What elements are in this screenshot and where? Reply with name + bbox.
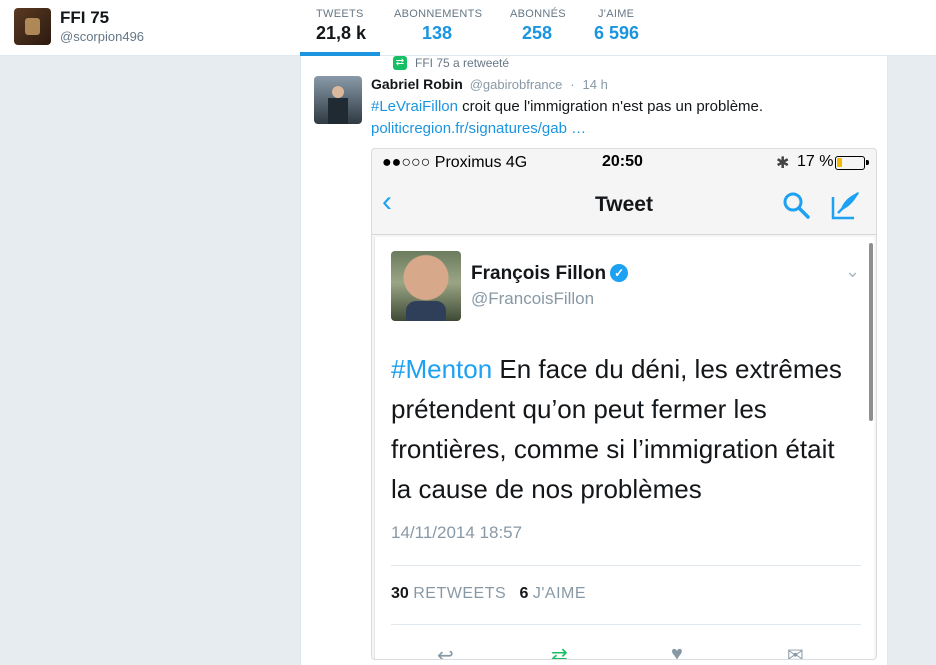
divider [391,565,861,566]
embedded-author-handle: @FrancoisFillon [471,289,595,308]
retweet-icon: ⇄ [393,56,407,70]
compose-icon [831,192,859,220]
stat-following[interactable]: ABONNEMENTS 138 [394,8,482,44]
stat-tweets-label: TWEETS [316,8,364,20]
stat-followers-value: 258 [522,23,553,43]
retweet-context-text[interactable]: FFI 75 a retweeté [415,56,509,70]
reply-icon: ↩ [437,645,454,660]
phone-nav-bar: ‹ Tweet [372,177,876,235]
battery-icon [835,156,869,170]
stat-followers-label: ABONNÉS [510,8,566,20]
search-icon [783,192,810,219]
heart-icon: ♥ [671,643,683,660]
likes-count: 6 [519,585,529,602]
embedded-hashtag: #Menton [391,354,493,384]
retweet-action-icon: ⇄ [551,645,568,660]
profile-bar: FFI 75 @scorpion496 TWEETS 21,8 k ABONNE… [0,0,936,56]
tweet-header-separator: · [570,77,575,92]
message-icon: ✉ [787,645,804,660]
embedded-author-name-text: François Fillon [471,263,607,284]
embedded-tweet-text: #Menton En face du déni, les extrêmes pr… [391,349,861,509]
chevron-down-icon: ⌄ [845,261,861,281]
tweet-text: #LeVraiFillon croit que l'immigration n'… [371,96,871,140]
tweet-author-handle[interactable]: @gabirobfrance [470,77,563,92]
embedded-tweet-stats: 30 RETWEETS 6 J'AIME [391,585,586,603]
signal-carrier: ●●○○○ Proximus 4G [382,154,528,171]
retweets-count: 30 [391,585,409,602]
stat-following-label: ABONNEMENTS [394,8,483,20]
stat-likes[interactable]: J'AIME 6 596 [594,8,639,44]
tweet-link[interactable]: politicregion.fr/signatures/gab … [371,120,586,137]
embedded-tweet-date: 14/11/2014 18:57 [391,523,523,542]
bluetooth-icon: ✱ [776,155,790,172]
timeline: ⇄ FFI 75 a retweeté Gabriel Robin @gabir… [300,56,888,665]
verified-badge-icon: ✓ [610,264,629,282]
tweet-hashtag[interactable]: #LeVraiFillon [371,98,458,115]
battery-percentage: 17 % [797,153,834,170]
stat-tweets-value: 21,8 k [316,23,367,43]
divider [391,624,861,625]
tweet-author-avatar[interactable] [314,76,362,124]
embedded-tweet-card: François Fillon ✓ @FrancoisFillon ⌄ #Ment… [374,237,874,660]
tweet-author-name[interactable]: Gabriel Robin [371,76,463,92]
profile-handle[interactable]: @scorpion496 [60,29,144,44]
tweet-timestamp[interactable]: 14 h [583,77,608,92]
profile-name[interactable]: FFI 75 [60,8,109,28]
stat-likes-value: 6 596 [594,23,640,43]
phone-clock: 20:50 [602,153,643,170]
embedded-author-avatar [391,251,461,321]
profile-avatar[interactable] [14,8,51,45]
tweet-body: croit que l'immigration n'est pas un pro… [458,98,764,115]
stat-likes-label: J'AIME [598,8,635,20]
embedded-author-name: François Fillon ✓ [471,263,629,285]
stat-following-value: 138 [422,23,453,43]
likes-label: J'AIME [532,585,587,602]
retweets-label: RETWEETS [413,585,507,602]
tweet-header: Gabriel Robin @gabirobfrance · 14 h [371,76,608,92]
stat-tweets[interactable]: TWEETS 21,8 k [316,8,366,44]
tweet-media-screenshot[interactable]: ●●○○○ Proximus 4G 20:50 ✱ 17 % ‹ Tweet F… [371,148,877,660]
right-pane [889,56,936,665]
scrollbar [869,243,873,421]
phone-status-bar: ●●○○○ Proximus 4G 20:50 ✱ 17 % [372,149,876,177]
stat-followers[interactable]: ABONNÉS 258 [510,8,566,44]
